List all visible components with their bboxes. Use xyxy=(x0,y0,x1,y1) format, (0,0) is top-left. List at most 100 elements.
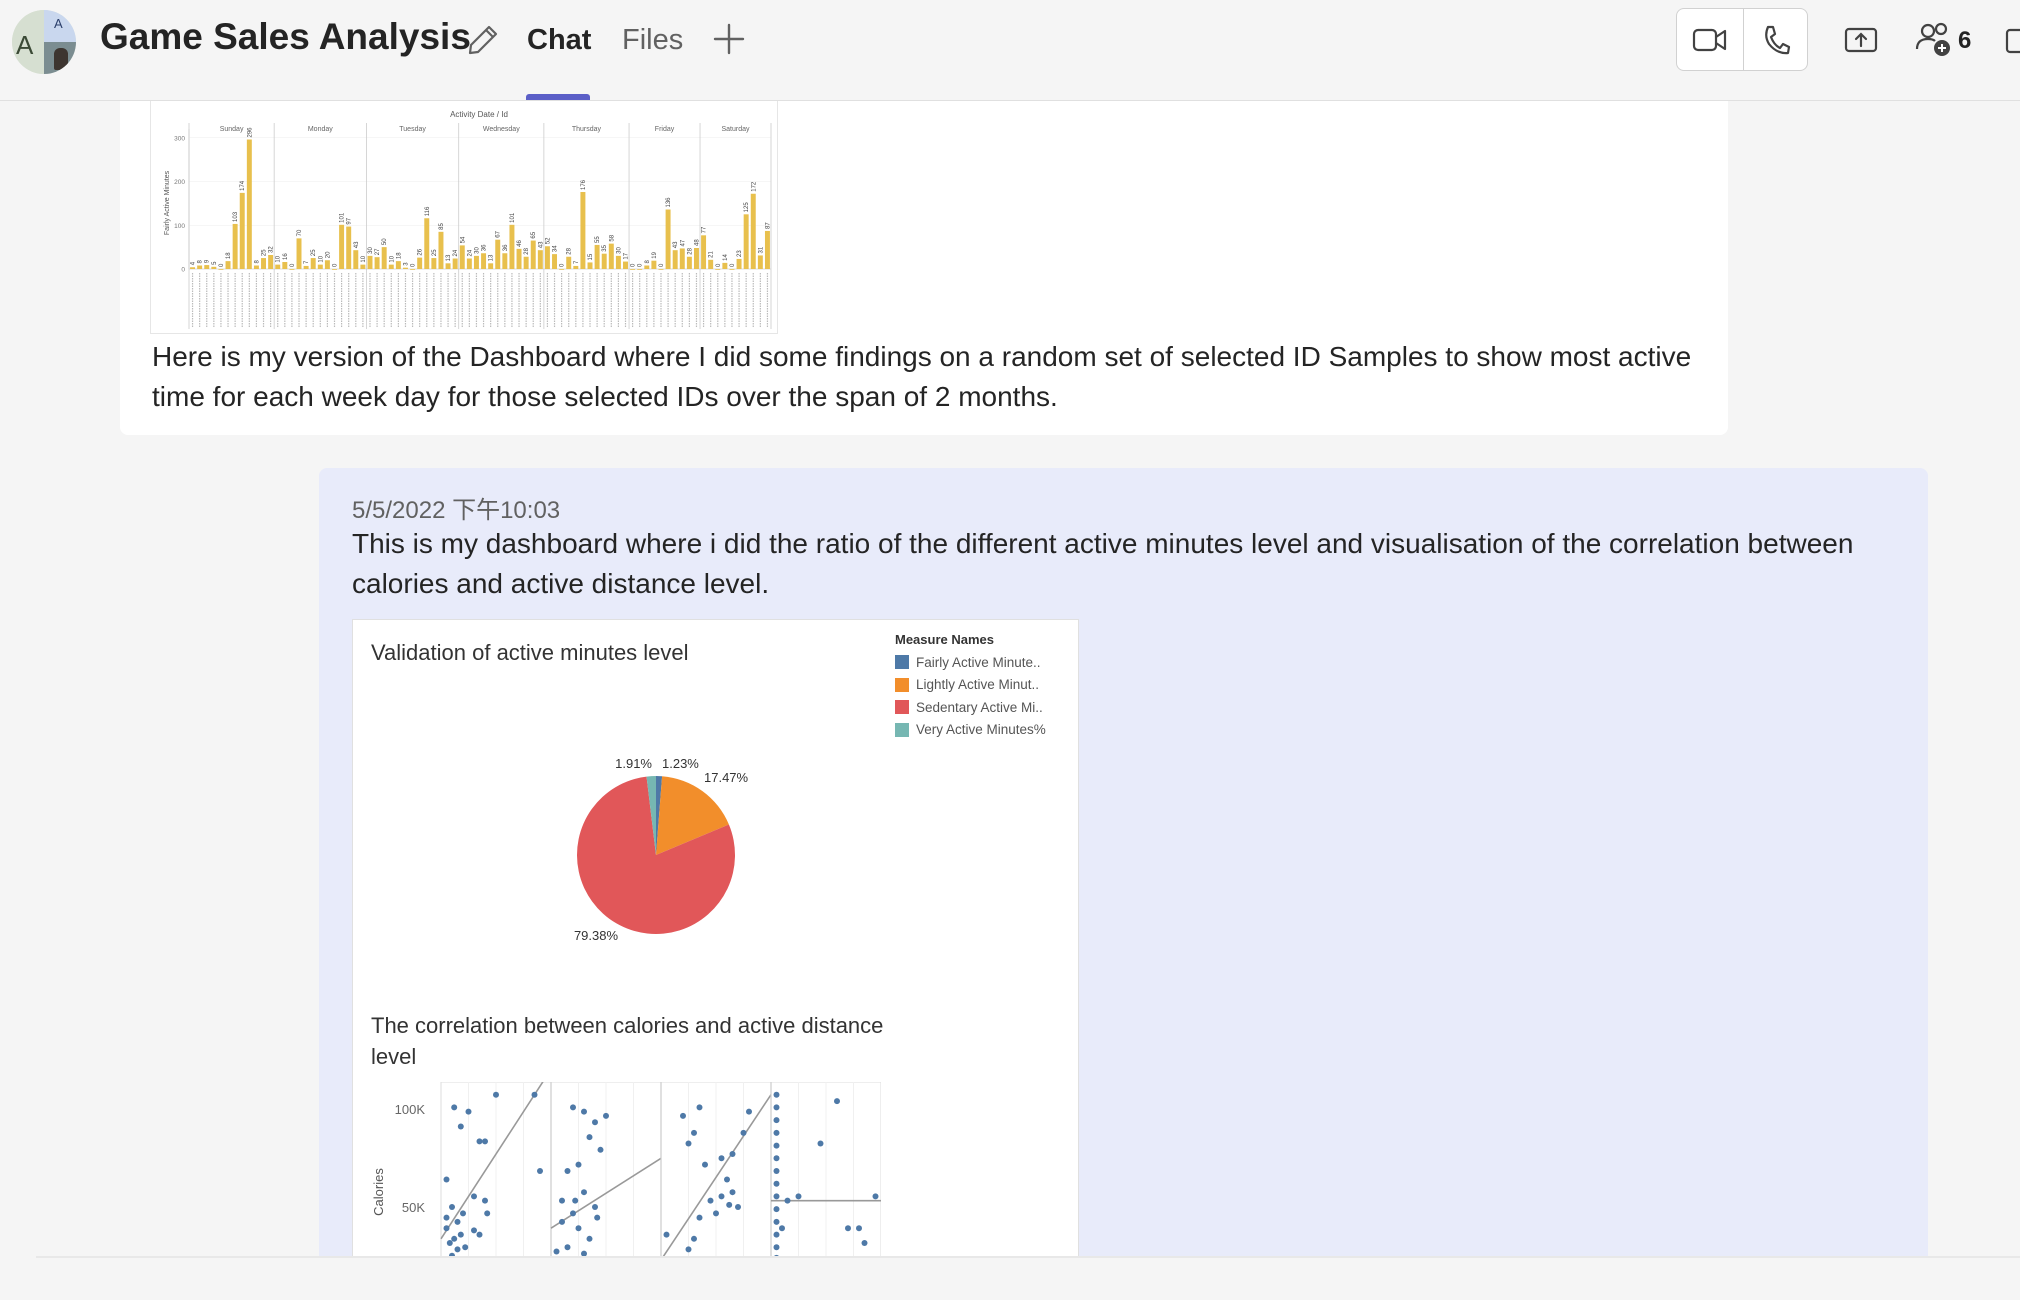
trend-line xyxy=(440,1082,544,1240)
legend-item-very: Very Active Minutes% xyxy=(895,719,1075,742)
bar xyxy=(601,253,607,269)
message-timestamp: 5/5/2022 下午10:03 xyxy=(352,497,561,524)
bar xyxy=(452,258,458,269)
bar-value-label: 10 xyxy=(361,255,367,262)
bar xyxy=(530,240,536,269)
bar xyxy=(402,267,408,269)
share-screen-icon[interactable] xyxy=(1843,22,1879,58)
scatter-point xyxy=(493,1091,499,1098)
bar-value-label: 0 xyxy=(631,263,637,267)
bar xyxy=(552,254,558,269)
bar xyxy=(523,256,529,269)
y-tick-label: 100K xyxy=(395,1102,426,1117)
scatter-point xyxy=(735,1204,741,1211)
scatter-point xyxy=(691,1129,697,1136)
video-call-button[interactable] xyxy=(1677,9,1743,70)
bar-value-label: 17 xyxy=(624,252,630,259)
bar-value-label: 103 xyxy=(233,211,239,222)
bar xyxy=(672,250,678,269)
bar-value-label: 36 xyxy=(503,244,509,251)
y-tick-label: 100 xyxy=(174,223,185,230)
participants-button[interactable]: 6 xyxy=(1914,20,2004,60)
own-message-bubble: 5/5/2022 下午10:03 This is my dashboard wh… xyxy=(319,468,1928,1258)
group-avatar[interactable]: A A xyxy=(12,10,76,74)
y-tick-label: 0 xyxy=(181,267,185,274)
y-tick-label: 300 xyxy=(174,135,185,142)
bar xyxy=(509,224,515,269)
scatter-point xyxy=(856,1225,862,1232)
scatter-point xyxy=(680,1112,686,1119)
bar-value-label: 0 xyxy=(333,263,339,267)
pop-out-icon[interactable] xyxy=(2004,24,2020,56)
scatter-point xyxy=(773,1218,780,1225)
scatter-point xyxy=(861,1240,868,1247)
tab-files[interactable]: Files xyxy=(622,24,683,57)
scatter-point xyxy=(784,1197,791,1204)
bar-value-label: 8 xyxy=(645,260,651,264)
scatter-point xyxy=(834,1098,840,1105)
y-tick-label: 200 xyxy=(174,179,185,186)
bar xyxy=(197,265,203,269)
bar-value-label: 85 xyxy=(439,222,445,229)
bar xyxy=(686,256,692,269)
bar-value-label: 3 xyxy=(403,262,409,266)
pencil-icon[interactable] xyxy=(465,22,501,58)
bar xyxy=(381,247,387,269)
scatter-point xyxy=(454,1218,461,1225)
bar-value-label: 0 xyxy=(730,263,736,267)
bar-value-label: 125 xyxy=(744,202,750,213)
bar-value-label: 101 xyxy=(510,212,516,223)
bar xyxy=(289,269,295,270)
scatter-chart: Calories 100K 50K xyxy=(371,1082,881,1258)
scatter-point xyxy=(462,1244,469,1251)
bar-value-label: 47 xyxy=(680,239,686,246)
avatar-photo xyxy=(54,48,68,70)
add-tab-icon[interactable] xyxy=(712,22,746,56)
bar xyxy=(750,193,756,269)
scatter-point xyxy=(696,1104,703,1111)
bar xyxy=(239,192,245,269)
bar-value-label: 10 xyxy=(276,255,282,262)
audio-call-button[interactable] xyxy=(1743,9,1809,70)
bar xyxy=(417,257,423,269)
video-camera-icon xyxy=(1692,28,1727,51)
bar xyxy=(608,243,614,269)
bar-value-label: 43 xyxy=(354,241,360,248)
legend-item-fairly: Fairly Active Minute.. xyxy=(895,651,1075,674)
bar xyxy=(225,261,231,269)
scatter-point xyxy=(454,1246,461,1253)
y-axis-label: Fairly Active Minutes xyxy=(164,170,171,235)
y-axis-label: Calories xyxy=(371,1168,386,1216)
bar-value-label: 48 xyxy=(694,239,700,246)
tab-chat[interactable]: Chat xyxy=(527,24,591,57)
bar xyxy=(410,269,416,270)
bar xyxy=(573,265,579,269)
scatter-point xyxy=(570,1210,576,1217)
bar-value-label: 0 xyxy=(219,263,225,267)
bar xyxy=(332,269,337,270)
bar-value-label: 36 xyxy=(482,244,488,251)
message-text: Here is my version of the Dashboard wher… xyxy=(152,341,1692,412)
bar-value-label: 35 xyxy=(602,244,608,251)
day-header-label: Sunday xyxy=(220,126,244,133)
scatter-point xyxy=(603,1112,609,1119)
bar-value-label: 13 xyxy=(446,254,452,261)
scatter-point xyxy=(740,1129,747,1136)
bar-value-label: 176 xyxy=(581,179,587,190)
bar xyxy=(360,264,366,269)
bar xyxy=(324,260,330,269)
scatter-point xyxy=(460,1210,466,1217)
bar-value-label: 9 xyxy=(205,259,211,263)
bar xyxy=(566,256,572,269)
bar-value-label: 30 xyxy=(616,247,622,254)
dashboard-image-attachment[interactable]: Activity Date / Id Fairly Active Minutes… xyxy=(150,101,778,334)
bar xyxy=(665,209,671,269)
scatter-point xyxy=(726,1201,733,1208)
scatter-point xyxy=(713,1210,719,1217)
bar xyxy=(587,262,593,269)
bar-value-label: 58 xyxy=(609,234,615,241)
bar-value-label: 7 xyxy=(304,260,310,264)
dashboard-image-attachment[interactable]: Validation of active minutes level Measu… xyxy=(352,619,1079,1258)
bar-chart: Activity Date / Id Fairly Active Minutes… xyxy=(164,110,771,329)
bar xyxy=(623,261,628,269)
